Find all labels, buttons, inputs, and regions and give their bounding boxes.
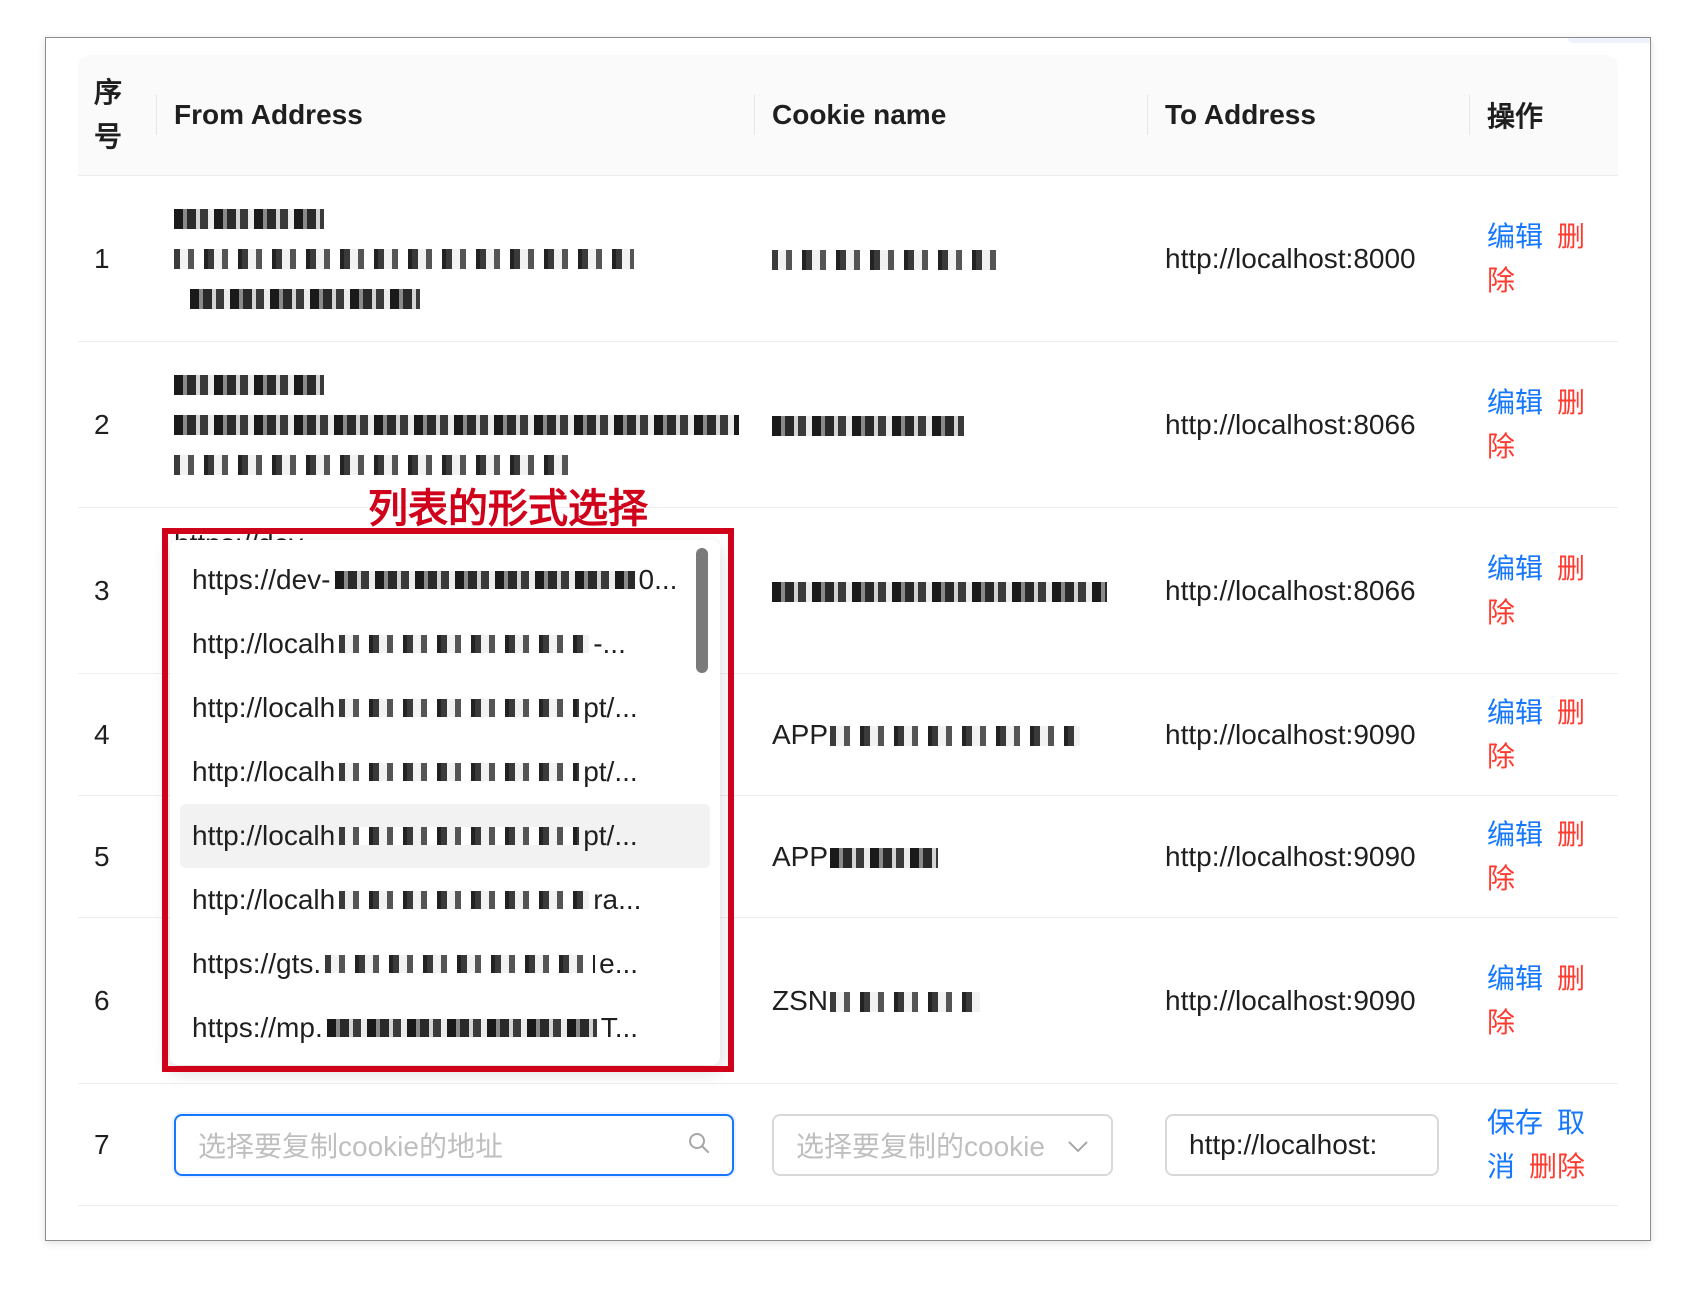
- header-cookie-name: Cookie name: [754, 55, 1147, 176]
- cookie-select[interactable]: 选择要复制的cookie: [772, 1113, 1113, 1176]
- to-address-cell: http://localhost:9090: [1147, 917, 1469, 1084]
- cookie-name-text: ZSN: [772, 984, 828, 1016]
- redacted-text: [830, 848, 939, 869]
- ops-cell: 编辑 删除: [1469, 917, 1618, 1084]
- redacted-text: [334, 571, 635, 589]
- cookie-name-cell: APP: [754, 795, 1147, 918]
- dropdown-option[interactable]: https://dev- 0...: [170, 548, 720, 612]
- redacted-text: [830, 992, 980, 1013]
- redacted-text: [830, 726, 1081, 747]
- ops-cell: 保存 取消 删除: [1469, 1083, 1618, 1206]
- redacted-text: [174, 414, 739, 435]
- dropdown-scrollbar[interactable]: [696, 548, 708, 673]
- row-seq: 6: [78, 917, 156, 1084]
- row-seq: 1: [78, 175, 156, 342]
- redacted-text: [772, 250, 1004, 271]
- row-seq: 3: [78, 507, 156, 674]
- header-from-address: From Address: [156, 55, 754, 176]
- ops-cell: 编辑 删除: [1469, 341, 1618, 508]
- dropdown-option[interactable]: https://gts. e...: [170, 932, 720, 996]
- redacted-text: [325, 955, 596, 973]
- row-seq: 2: [78, 341, 156, 508]
- row-seq: 7: [78, 1083, 156, 1206]
- cookie-name-cell: [754, 507, 1147, 674]
- dropdown-option[interactable]: http://localh -...: [170, 612, 720, 676]
- redacted-text: [339, 763, 580, 781]
- redacted-text: [339, 827, 580, 845]
- table-row: 1 http://localhost:8000 编辑 删除: [78, 175, 1618, 342]
- header-to-address: To Address: [1147, 55, 1469, 176]
- from-address-dropdown: https://dev- 0... http://localh -... http:…: [170, 540, 720, 1065]
- dropdown-option-active[interactable]: http://localh pt/...: [180, 804, 710, 868]
- cookie-name-cell: 选择要复制的cookie: [754, 1083, 1147, 1206]
- ops-cell: 编辑 删除: [1469, 175, 1618, 342]
- delete-button[interactable]: 删除: [1529, 1151, 1585, 1182]
- from-address-placeholder: 选择要复制cookie的地址: [198, 1130, 503, 1162]
- cookie-name-cell: APP: [754, 673, 1147, 796]
- to-address-cell: http://localhost:8066: [1147, 341, 1469, 508]
- edit-button[interactable]: 编辑: [1487, 553, 1543, 584]
- new-rule-row: 7 选择要复制cookie的地址 选择要复制的cookie http://loc…: [78, 1083, 1618, 1206]
- cookie-name-text: APP: [772, 840, 829, 872]
- redacted-text: [339, 891, 590, 909]
- to-address-input[interactable]: http://localhost:: [1165, 1113, 1439, 1176]
- header-operations: 操作: [1469, 55, 1618, 176]
- cookie-placeholder: 选择要复制的cookie: [796, 1130, 1045, 1162]
- table-row: 2 http://localhost:8066 编辑 删除: [78, 341, 1618, 508]
- dropdown-option[interactable]: http://localh pt/...: [170, 740, 720, 804]
- redacted-text: [190, 288, 420, 309]
- row-seq: 4: [78, 673, 156, 796]
- edit-button[interactable]: 编辑: [1487, 963, 1543, 994]
- header-seq: 序号: [78, 55, 156, 176]
- cookie-name-cell: [754, 341, 1147, 508]
- annotation-label: 列表的形式选择: [368, 486, 648, 532]
- cookie-name-cell: ZSN: [754, 917, 1147, 1084]
- cookie-name-cell: [754, 175, 1147, 342]
- redacted-text: [174, 248, 634, 269]
- dropdown-option[interactable]: http://localh ra...: [170, 868, 720, 932]
- to-address-cell: http://localhost:8066: [1147, 507, 1469, 674]
- redacted-text: [174, 208, 324, 229]
- table-header-row: 序号 From Address Cookie name To Address 操…: [78, 55, 1618, 176]
- edit-button[interactable]: 编辑: [1487, 387, 1543, 418]
- from-address-cell: [156, 175, 754, 342]
- dropdown-option[interactable]: https://mp. T...: [170, 996, 720, 1060]
- to-address-cell: http://localhost:8000: [1147, 175, 1469, 342]
- from-address-cell: 选择要复制cookie的地址: [156, 1083, 754, 1206]
- dropdown-option[interactable]: http://localh pt/...: [170, 676, 720, 740]
- to-address-cell: http://localhost:9090: [1147, 673, 1469, 796]
- redacted-text: [326, 1019, 597, 1037]
- search-icon: [688, 1129, 710, 1161]
- redacted-text: [339, 699, 580, 717]
- cookie-name-text: APP: [772, 718, 829, 750]
- save-button[interactable]: 保存: [1487, 1107, 1543, 1138]
- to-address-cell: http://localhost:: [1147, 1083, 1469, 1206]
- edit-button[interactable]: 编辑: [1487, 697, 1543, 728]
- ops-cell: 编辑 删除: [1469, 673, 1618, 796]
- to-address-cell: http://localhost:9090: [1147, 795, 1469, 918]
- redacted-text: [772, 416, 964, 437]
- redacted-text: [772, 582, 1107, 603]
- ops-cell: 编辑 删除: [1469, 507, 1618, 674]
- edit-button[interactable]: 编辑: [1487, 221, 1543, 252]
- window-top-tab: [1568, 38, 1650, 43]
- redacted-text: [174, 374, 324, 395]
- ops-cell: 编辑 删除: [1469, 795, 1618, 918]
- chevron-down-icon: [1067, 1129, 1089, 1161]
- redacted-text: [339, 635, 590, 653]
- from-address-select[interactable]: 选择要复制cookie的地址: [174, 1113, 734, 1176]
- row-seq: 5: [78, 795, 156, 918]
- to-address-value: http://localhost:: [1189, 1128, 1378, 1160]
- redacted-text: [174, 454, 574, 475]
- edit-button[interactable]: 编辑: [1487, 819, 1543, 850]
